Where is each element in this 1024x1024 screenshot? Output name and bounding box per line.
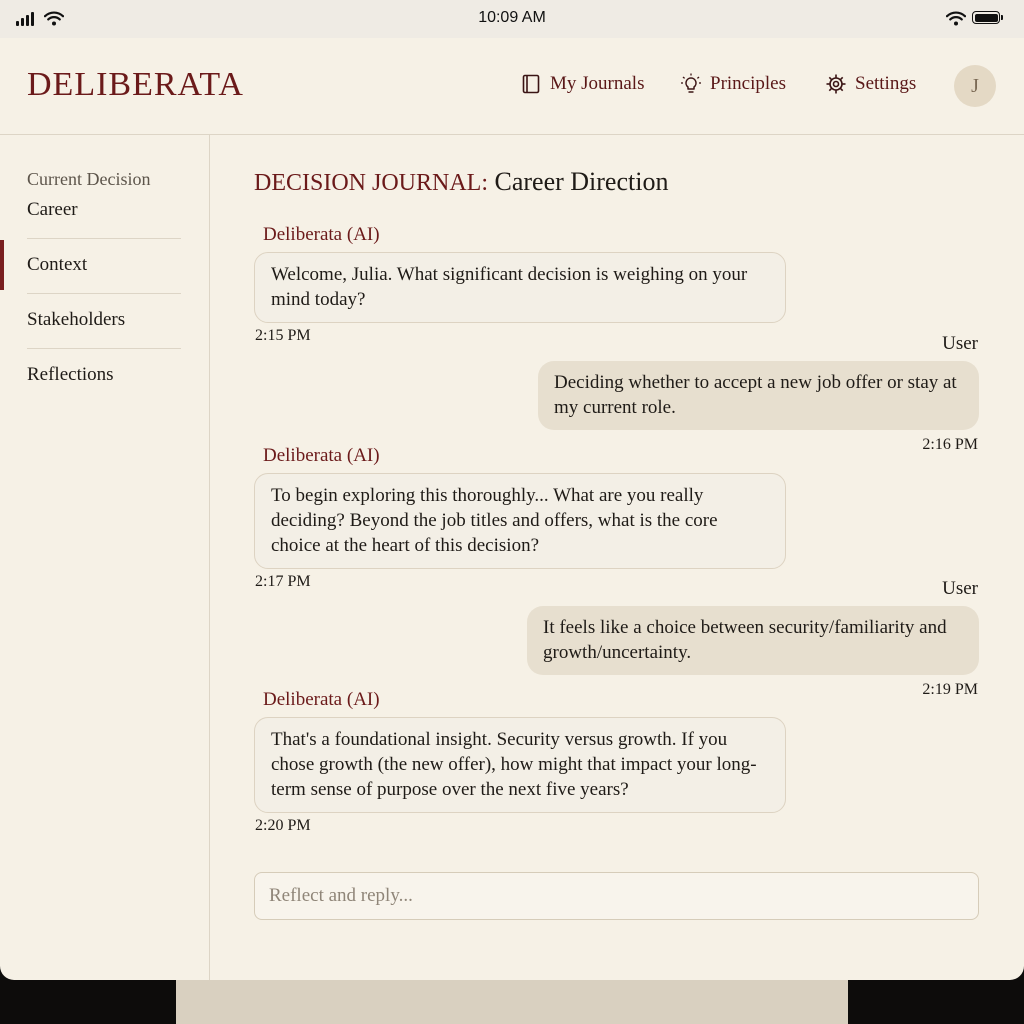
page-title-kicker: DECISION JOURNAL:	[254, 170, 488, 196]
gear-icon	[826, 74, 846, 94]
nav-label: My Journals	[550, 73, 645, 94]
ai-message-bubble: That's a foundational insight. Security …	[254, 717, 786, 813]
battery-icon	[972, 11, 1003, 24]
nav-principles[interactable]: Principles	[680, 73, 786, 95]
nav-settings[interactable]: Settings	[825, 73, 916, 95]
sidebar: Current Decision Career Context Stakehol…	[0, 135, 210, 980]
message-sender: User	[942, 333, 978, 354]
ai-message-bubble: Welcome, Julia. What significant decisio…	[254, 252, 786, 323]
app-logo: DELIBERATA	[27, 66, 244, 103]
reply-input[interactable]	[254, 872, 979, 920]
nav-my-journals[interactable]: My Journals	[520, 73, 644, 95]
main-panel: DECISION JOURNAL: Career Direction Delib…	[210, 135, 1024, 980]
wifi-icon	[946, 11, 966, 26]
message-timestamp: 2:20 PM	[255, 817, 311, 834]
message-timestamp: 2:17 PM	[255, 573, 311, 590]
sidebar-item-context[interactable]: Context	[27, 254, 87, 276]
current-decision-label: Current Decision	[27, 169, 151, 189]
user-message-bubble: Deciding whether to accept a new job off…	[538, 361, 979, 430]
divider	[27, 348, 181, 349]
message-sender: Deliberata (AI)	[263, 445, 380, 466]
message-sender: Deliberata (AI)	[263, 224, 380, 245]
message-timestamp: 2:19 PM	[922, 681, 978, 698]
app-window: 10:09 AM DELIBERATA My Journals Principl…	[0, 0, 1024, 980]
ai-message-bubble: To begin exploring this thoroughly... Wh…	[254, 473, 786, 569]
user-message-bubble: It feels like a choice between security/…	[527, 606, 979, 675]
divider	[27, 238, 181, 239]
sidebar-item-reflections[interactable]: Reflections	[27, 364, 114, 386]
status-time: 10:09 AM	[478, 9, 546, 26]
user-avatar[interactable]: J	[954, 65, 996, 107]
message-sender: User	[942, 578, 978, 599]
divider	[27, 293, 181, 294]
message-sender: Deliberata (AI)	[263, 689, 380, 710]
active-indicator	[0, 240, 4, 290]
nav-label: Principles	[710, 73, 786, 94]
app-header: DELIBERATA My Journals Principles Settin…	[0, 38, 1024, 135]
current-decision-value: Career	[27, 199, 78, 220]
page-title: DECISION JOURNAL: Career Direction	[254, 167, 668, 197]
message-timestamp: 2:15 PM	[255, 327, 311, 344]
book-icon	[522, 74, 540, 94]
status-bar: 10:09 AM	[0, 0, 1024, 38]
page-title-text: Career Direction	[494, 167, 669, 196]
nav-label: Settings	[855, 73, 917, 94]
device-base	[176, 978, 848, 1024]
sidebar-item-stakeholders[interactable]: Stakeholders	[27, 309, 125, 331]
message-timestamp: 2:16 PM	[922, 436, 978, 453]
lightbulb-icon	[681, 73, 701, 93]
